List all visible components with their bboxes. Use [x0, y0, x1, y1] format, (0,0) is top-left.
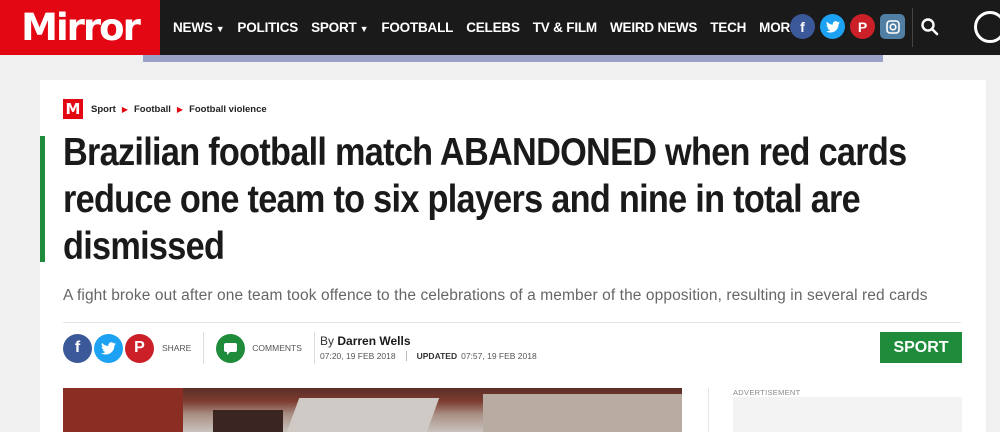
nav-item-weird-news[interactable]: WEIRD NEWS	[610, 20, 697, 35]
byline-prefix: By	[320, 334, 335, 348]
nav-divider	[912, 8, 913, 47]
share-pinterest-icon[interactable]: P	[125, 333, 154, 363]
pinterest-icon[interactable]: P	[850, 14, 875, 39]
top-ad-banner[interactable]	[143, 55, 883, 62]
caret-right-icon: ▶	[121, 104, 128, 114]
breadcrumb-item-football[interactable]: Football	[134, 104, 171, 115]
mirror-logo[interactable]: Mirror	[0, 0, 160, 55]
byline: By Darren Wells	[320, 334, 411, 348]
top-nav-bar: Mirror NEWS ▼ POLITICS SPORT ▼ FOOTBALL CE…	[0, 0, 1000, 55]
user-account-icon[interactable]	[974, 11, 1000, 43]
share-twitter-icon[interactable]	[94, 333, 123, 363]
divider	[405, 351, 407, 361]
article-headline: Brazilian football match ABANDONED when …	[63, 131, 907, 268]
mirror-m-logo[interactable]: M	[63, 99, 83, 119]
nav-item-celebs[interactable]: CELEBS	[466, 20, 520, 35]
chevron-down-icon: ▼	[215, 24, 225, 34]
advertisement-label: ADVERTISEMENT	[733, 388, 801, 397]
chevron-down-icon: ▼	[359, 24, 369, 34]
nav-item-politics[interactable]: POLITICS	[237, 20, 298, 35]
facebook-icon[interactable]: f	[790, 14, 815, 39]
comments-icon[interactable]	[216, 333, 246, 363]
nav-item-tech[interactable]: TECH	[710, 20, 746, 35]
nav-item-news[interactable]: NEWS ▼	[173, 20, 225, 35]
instagram-icon[interactable]	[880, 14, 905, 39]
nav-item-sport[interactable]: SPORT ▼	[311, 20, 368, 35]
breadcrumb-item-sport[interactable]: Sport	[91, 104, 116, 115]
share-label[interactable]: SHARE	[162, 343, 191, 353]
comments-label[interactable]: COMMENTS	[252, 343, 302, 353]
twitter-icon[interactable]	[820, 14, 845, 39]
article-dates: 07:20, 19 FEB 2018 UPDATED 07:57, 19 FEB…	[320, 351, 537, 361]
divider	[63, 322, 961, 323]
main-nav: NEWS ▼ POLITICS SPORT ▼ FOOTBALL CELEBS TV…	[173, 0, 824, 55]
published-date: 07:20, 19 FEB 2018	[320, 351, 396, 361]
nav-item-tv-film[interactable]: TV & FILM	[533, 20, 597, 35]
breadcrumb: M Sport ▶ Football ▶ Football violence	[63, 99, 267, 119]
section-badge-sport[interactable]: SPORT	[880, 332, 962, 363]
updated-date: 07:57, 19 FEB 2018	[461, 351, 537, 361]
nav-item-football[interactable]: FOOTBALL	[381, 20, 453, 35]
divider	[708, 388, 709, 432]
advertisement-slot[interactable]	[733, 397, 962, 432]
search-icon[interactable]	[920, 17, 940, 37]
share-facebook-icon[interactable]: f	[63, 333, 92, 363]
share-bar: f P SHARE COMMENTS	[63, 332, 327, 364]
updated-label: UPDATED	[416, 351, 458, 361]
divider	[313, 332, 315, 364]
caret-right-icon: ▶	[176, 104, 184, 114]
social-links: f P	[790, 14, 910, 39]
author-link[interactable]: Darren Wells	[337, 334, 410, 348]
divider	[203, 332, 205, 364]
breadcrumb-item-football-violence[interactable]: Football violence	[189, 104, 267, 115]
article-standfirst: A fight broke out after one team took of…	[63, 287, 928, 304]
article-hero-image[interactable]	[63, 388, 682, 432]
section-accent-bar	[40, 136, 45, 262]
